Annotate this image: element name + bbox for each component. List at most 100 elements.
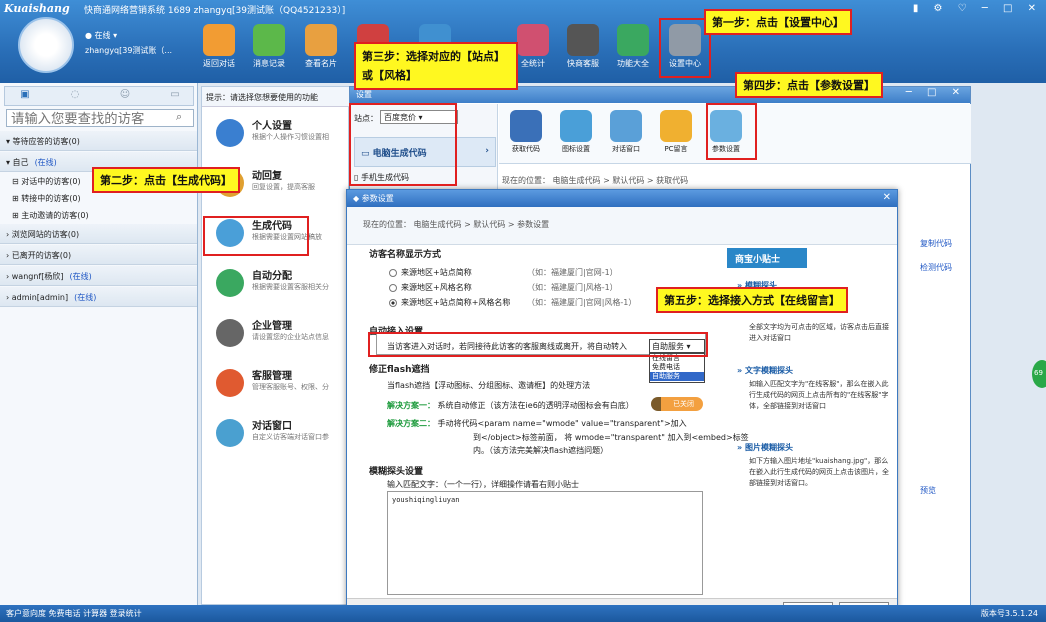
settings-tool-2[interactable]: 对话窗口 bbox=[601, 110, 651, 154]
bottom-bar: 客户意向度 免费电话 计算器 登录统计 版本号3.5.1.24 bbox=[0, 605, 1046, 622]
chevron-right-icon: › bbox=[485, 146, 489, 156]
function-item-3[interactable]: 自动分配 根据需要设置客服相关分 bbox=[210, 265, 348, 309]
top-bar: Kuaishang 快商通网络营销系统 1689 zhangyq[39测试账（Q… bbox=[0, 0, 1046, 83]
name-radio-2[interactable]: 来源地区+站点简称+风格名称 bbox=[389, 297, 510, 308]
copy-code-link[interactable]: 复制代码 bbox=[920, 232, 952, 256]
visitor-group-0[interactable]: ▾ 等待应答的访客(0) bbox=[0, 131, 197, 151]
function-desc-0: 根据个人操作习惯设置相 bbox=[252, 133, 329, 141]
solution-two-line2: 到</object>标签前面， 将 wmode="transparent" 加入… bbox=[473, 433, 749, 442]
dialog-titlebar: ◆ 参数设置 bbox=[347, 190, 897, 207]
toolbar-label-6: 快商客服 bbox=[567, 59, 599, 68]
toolbar-button-1[interactable]: 消息记录 bbox=[244, 24, 294, 69]
visitor-group-label-0: ▾ 等待应答的访客(0) bbox=[6, 137, 80, 146]
dialog-title: 参数设置 bbox=[361, 194, 394, 203]
auto-access-options[interactable]: 在线留言 免费电话 自助服务 bbox=[649, 353, 705, 383]
settings-tool-3[interactable]: PC留言 bbox=[651, 110, 701, 154]
group-tab-icon[interactable]: ☺ bbox=[115, 89, 135, 103]
brand-logo: Kuaishang bbox=[4, 2, 70, 15]
close-icon[interactable]: ✕ bbox=[883, 192, 891, 203]
function-desc-3: 根据需要设置客服相关分 bbox=[252, 283, 329, 291]
online-tag-1: (在线) bbox=[34, 158, 57, 167]
visitor-group-4[interactable]: ⊞ 主动邀请的访客(0) bbox=[0, 207, 197, 224]
toolbar-label-0: 返回对话 bbox=[203, 59, 235, 68]
function-desc-5: 管理客服账号、权限、分 bbox=[252, 383, 329, 391]
toolbar-label-1: 消息记录 bbox=[253, 59, 285, 68]
radio-circle-0[interactable] bbox=[389, 268, 397, 277]
function-title-6: 对话窗口 bbox=[252, 421, 292, 432]
settings-tool-1[interactable]: 图标设置 bbox=[551, 110, 601, 154]
settings-title: 设置 bbox=[356, 90, 372, 99]
visitor-group-label-8: › admin[admin] bbox=[6, 293, 69, 302]
chat-tab-icon[interactable]: ▣ bbox=[15, 89, 35, 103]
option-free-phone[interactable]: 免费电话 bbox=[650, 363, 704, 372]
function-icon-3 bbox=[216, 269, 244, 297]
toolbar-button-2[interactable]: 查看名片 bbox=[296, 24, 346, 69]
toolbar-button-7[interactable]: 功能大全 bbox=[608, 24, 658, 69]
radio-circle-2[interactable] bbox=[389, 298, 397, 307]
function-item-5[interactable]: 客服管理 管理客服账号、权限、分 bbox=[210, 365, 348, 409]
window-controls[interactable]: ▮ ⚙ ♡ ─ □ ✕ bbox=[913, 3, 1042, 14]
message-tab-icon[interactable]: ◌ bbox=[65, 89, 85, 103]
settings-tool-0[interactable]: 获取代码 bbox=[501, 110, 551, 154]
settings-tool-label-0: 获取代码 bbox=[512, 145, 540, 153]
tip-title-2: » 文字模糊探头 bbox=[737, 366, 793, 375]
radio-circle-1[interactable] bbox=[389, 283, 397, 292]
solution-two-line1: 手动将代码<param name="wmode" value="transpar… bbox=[437, 419, 687, 428]
function-item-6[interactable]: 对话窗口 自定义访客端对话窗口参 bbox=[210, 415, 348, 459]
username: zhangyq[39测试账（... bbox=[85, 46, 173, 55]
solution-two: 解决方案二： 手动将代码<param name="wmode" value="t… bbox=[387, 418, 687, 429]
function-item-4[interactable]: 企业管理 请设置您的企业站点信息 bbox=[210, 315, 348, 359]
status-dropdown[interactable]: ● 在线 ▾ bbox=[85, 30, 117, 41]
toolbar-icon-6 bbox=[567, 24, 599, 56]
settings-tool-icon-1 bbox=[560, 110, 592, 142]
settings-tool-icon-3 bbox=[660, 110, 692, 142]
callout-step4: 第四步：点击【参数设置】 bbox=[735, 72, 883, 98]
settings-window-controls[interactable]: ─ □ ✕ bbox=[906, 87, 966, 98]
name-radio-0[interactable]: 来源地区+站点简称 bbox=[389, 267, 472, 278]
match-label: 输入匹配文字：（一个一行），详细操作请看右则小贴士 bbox=[387, 480, 579, 489]
toolbar-icon-0 bbox=[203, 24, 235, 56]
bottom-items[interactable]: 客户意向度 免费电话 计算器 登录统计 bbox=[6, 609, 142, 618]
visitor-search-input[interactable] bbox=[6, 109, 194, 127]
highlight-site-select bbox=[349, 103, 457, 186]
function-panel: 提示：请选择您想要使用的功能 个人设置 根据个人操作习惯设置相 动回复 回复设置，提高… bbox=[201, 86, 350, 605]
visitor-group-8[interactable]: › admin[admin] (在线) bbox=[0, 287, 197, 307]
tip-body-1: 全部文字均为可点击的区域，访客点击后直接进入对话窗口 bbox=[749, 323, 889, 342]
visitor-group-5[interactable]: › 浏览网站的访客(0) bbox=[0, 224, 197, 244]
visitor-group-6[interactable]: › 已离开的访客(0) bbox=[0, 245, 197, 265]
tips-heading: 商宝小贴士 bbox=[727, 248, 807, 268]
toolbar-icon-7 bbox=[617, 24, 649, 56]
auto-fix-toggle[interactable]: 已关闭 bbox=[651, 397, 703, 411]
notes-tab-icon[interactable]: ▭ bbox=[165, 89, 185, 103]
callout-step3: 第三步：选择对应的【站点】或【风格】 bbox=[354, 42, 518, 90]
side-badge[interactable]: 69 bbox=[1032, 360, 1046, 388]
flash-fix-heading: 修正flash遮挡 bbox=[369, 365, 430, 375]
settings-tool-label-1: 图标设置 bbox=[562, 145, 590, 153]
function-icon-5 bbox=[216, 369, 244, 397]
check-code-link[interactable]: 检测代码 bbox=[920, 256, 952, 280]
name-display-heading: 访客名称显示方式 bbox=[369, 250, 442, 260]
contact-sidebar: ▣ ◌ ☺ ▭ ⌕ ▾ 等待应答的访客(0) ▾ 自己 (在线) ⊟ 对话中的访客(0… bbox=[0, 83, 198, 605]
match-textarea[interactable]: youshiqingliuyan bbox=[387, 491, 703, 595]
tip-body-3: 如下方输入图片地址"kuaishang.jpg"，那么在嵌入此行生成代码的网页上… bbox=[749, 457, 889, 487]
name-radio-1[interactable]: 来源地区+风格名称 bbox=[389, 282, 472, 293]
search-icon[interactable]: ⌕ bbox=[176, 110, 182, 124]
settings-tool-icon-2 bbox=[610, 110, 642, 142]
toolbar-label-7: 功能大全 bbox=[617, 59, 649, 68]
function-item-0[interactable]: 个人设置 根据个人操作习惯设置相 bbox=[210, 115, 348, 159]
radio-example-1: （如：福建厦门|风格-1） bbox=[527, 283, 618, 292]
preview-link[interactable]: 预览 bbox=[920, 485, 936, 496]
avatar[interactable] bbox=[18, 17, 74, 73]
solution-one: 解决方案一： 系统自动修正（该方法在ie6的透明浮动图标会有白底） bbox=[387, 400, 634, 411]
callout-step1: 第一步：点击【设置中心】 bbox=[704, 9, 852, 35]
panel-tip: 提示：请选择您想要使用的功能 bbox=[202, 87, 350, 107]
solution-one-text: 系统自动修正（该方法在ie6的透明浮动图标会有白底） bbox=[437, 401, 634, 410]
tip-title-2-text: 文字模糊探头 bbox=[744, 366, 793, 375]
visitor-group-label-2: ⊟ 对话中的访客(0) bbox=[12, 177, 81, 186]
option-self-service[interactable]: 自助服务 bbox=[650, 372, 704, 381]
visitor-group-7[interactable]: › wangnf[杨欣] (在线) bbox=[0, 266, 197, 286]
toolbar-button-0[interactable]: 返回对话 bbox=[194, 24, 244, 69]
visitor-group-label-7: › wangnf[杨欣] bbox=[6, 272, 64, 281]
toolbar-button-6[interactable]: 快商客服 bbox=[558, 24, 608, 69]
tip-body-2: 如输入匹配文字为"在线客服"，那么在嵌入此行生成代码的网页上点击所有的"在线客服… bbox=[749, 380, 889, 410]
